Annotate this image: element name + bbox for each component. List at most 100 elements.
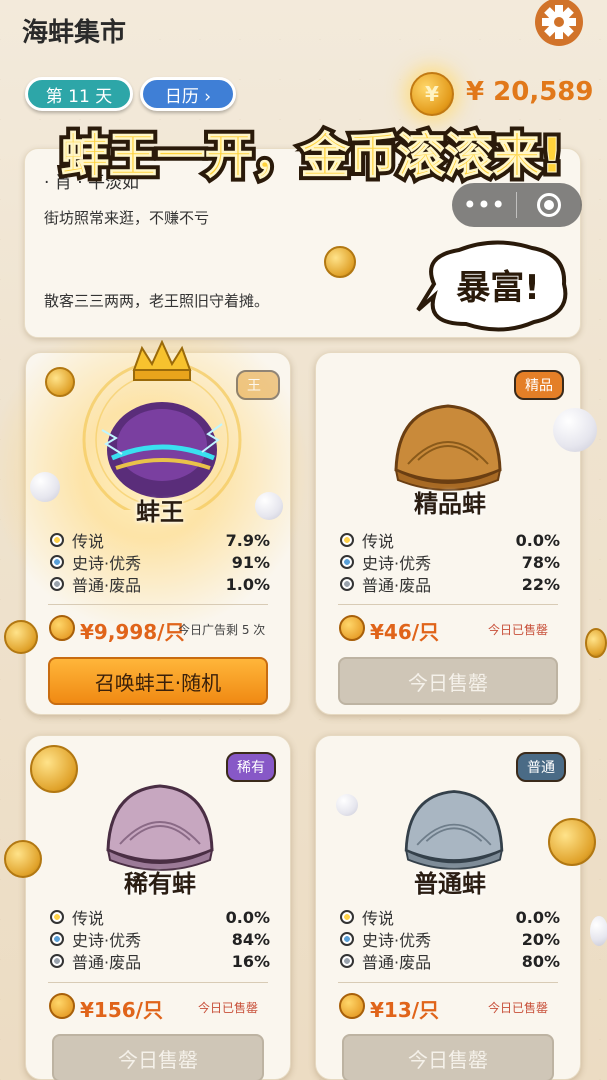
tier-tag-common: 普通 xyxy=(516,752,566,782)
odds-label: 史诗·优秀 xyxy=(362,554,432,573)
tier-tag-premium: 精品 xyxy=(514,370,564,400)
gold-coin-icon: ¥ xyxy=(410,72,454,116)
mini-program-capsule: ••• xyxy=(452,183,582,227)
event-detail: 散客三三两两，老王照旧守着摊。 xyxy=(44,292,270,310)
odds-label: 史诗·优秀 xyxy=(362,931,432,950)
odds-list: 传说 0.0% 史诗·优秀 84% 普通·废品 16% xyxy=(50,906,270,972)
floating-coin-icon xyxy=(4,620,38,654)
epic-dot-icon xyxy=(340,932,354,946)
event-description: 街坊照常来逛，不赚不亏 xyxy=(44,209,210,227)
card-divider xyxy=(338,604,558,605)
odds-row-epic: 史诗·优秀 91% xyxy=(50,551,270,573)
odds-label: 普通·废品 xyxy=(72,576,142,595)
floating-coin-icon xyxy=(585,628,607,658)
legendary-dot-icon xyxy=(50,533,64,547)
odds-label: 普通·废品 xyxy=(362,953,432,972)
common-dot-icon xyxy=(50,954,64,968)
floating-coin-icon xyxy=(4,840,42,878)
odds-row-common: 普通·废品 1.0% xyxy=(50,573,270,595)
common-dot-icon xyxy=(340,954,354,968)
legendary-dot-icon xyxy=(50,910,64,924)
floating-coin-icon xyxy=(30,745,78,793)
odds-label: 普通·废品 xyxy=(72,953,142,972)
pearl-icon xyxy=(590,916,607,946)
card-divider xyxy=(48,982,268,983)
odds-value: 0.0% xyxy=(515,530,560,550)
epic-dot-icon xyxy=(50,555,64,569)
clam-price: ¥13/只 xyxy=(370,998,440,1022)
odds-label: 传说 xyxy=(72,909,105,928)
sold-out-note: 今日已售罄 xyxy=(488,623,549,637)
odds-row-common: 普通·废品 22% xyxy=(340,573,560,595)
clam-name: 蚌王 xyxy=(136,498,184,526)
ad-remaining-note: 今日广告剩 5 次 xyxy=(178,623,266,637)
odds-row-legendary: 传说 0.0% xyxy=(50,906,270,928)
bubble-text: 暴富! xyxy=(456,268,540,308)
pearl-icon xyxy=(30,472,60,502)
odds-value: 16% xyxy=(231,951,270,971)
sold-out-note: 今日已售罄 xyxy=(198,1001,259,1015)
app-title: 海蚌集市 xyxy=(22,18,127,48)
odds-value: 20% xyxy=(521,929,560,949)
coin-icon xyxy=(339,993,365,1019)
odds-row-common: 普通·废品 80% xyxy=(340,950,560,972)
sold-out-note: 今日已售罄 xyxy=(488,1001,549,1015)
clam-price: ¥46/只 xyxy=(370,620,440,644)
odds-value: 78% xyxy=(521,552,560,572)
day-badge: 第 11 天 xyxy=(25,77,133,111)
epic-dot-icon xyxy=(340,555,354,569)
odds-value: 0.0% xyxy=(225,907,270,927)
odds-row-legendary: 传说 0.0% xyxy=(340,529,560,551)
sold-out-button[interactable]: 今日售罄 xyxy=(52,1034,264,1080)
summon-king-button[interactable]: 召唤蚌王·随机 xyxy=(48,657,268,705)
gear-icon[interactable] xyxy=(530,0,588,50)
pearl-icon xyxy=(336,794,358,816)
odds-list: 传说 0.0% 史诗·优秀 78% 普通·废品 22% xyxy=(340,529,560,595)
odds-value: 0.0% xyxy=(515,907,560,927)
odds-label: 传说 xyxy=(362,532,395,551)
common-dot-icon xyxy=(50,577,64,591)
sold-out-button[interactable]: 今日售罄 xyxy=(338,657,558,705)
clam-name: 精品蚌 xyxy=(414,490,486,518)
odds-label: 传说 xyxy=(362,909,395,928)
clam-price: ¥156/只 xyxy=(80,998,163,1022)
odds-list: 传说 7.9% 史诗·优秀 91% 普通·废品 1.0% xyxy=(50,529,270,595)
odds-value: 91% xyxy=(231,552,270,572)
coin-icon xyxy=(49,615,75,641)
odds-label: 传说 xyxy=(72,532,105,551)
card-divider xyxy=(48,604,268,605)
coin-icon xyxy=(49,993,75,1019)
money-balance: ¥ 20,589 xyxy=(466,77,594,107)
legendary-dot-icon xyxy=(340,910,354,924)
odds-row-common: 普通·废品 16% xyxy=(50,950,270,972)
odds-value: 80% xyxy=(521,951,560,971)
odds-row-epic: 史诗·优秀 84% xyxy=(50,928,270,950)
floating-coin-icon xyxy=(548,818,596,866)
odds-row-epic: 史诗·优秀 78% xyxy=(340,551,560,573)
card-divider xyxy=(338,982,558,983)
odds-value: 22% xyxy=(521,574,560,594)
epic-dot-icon xyxy=(50,932,64,946)
coin-icon xyxy=(339,615,365,641)
odds-value: 84% xyxy=(231,929,270,949)
odds-value: 7.9% xyxy=(225,530,270,550)
clam-name: 普通蚌 xyxy=(414,870,486,898)
floating-coin-icon xyxy=(324,246,356,278)
common-dot-icon xyxy=(340,577,354,591)
odds-row-legendary: 传说 0.0% xyxy=(340,906,560,928)
target-icon[interactable] xyxy=(517,193,581,217)
calendar-button[interactable]: 日历 › xyxy=(140,77,236,111)
clam-price: ¥9,998/只 xyxy=(80,620,185,644)
odds-label: 普通·废品 xyxy=(362,576,432,595)
tier-tag-rare: 稀有 xyxy=(226,752,276,782)
odds-list: 传说 0.0% 史诗·优秀 20% 普通·废品 80% xyxy=(340,906,560,972)
king-clam-icon xyxy=(72,339,252,520)
more-dots-icon[interactable]: ••• xyxy=(452,183,516,227)
headline-text: 蚌王一开，金币滚滚来! xyxy=(61,128,563,184)
clam-name: 稀有蚌 xyxy=(124,870,196,898)
legendary-dot-icon xyxy=(340,533,354,547)
odds-row-legendary: 传说 7.9% xyxy=(50,529,270,551)
sold-out-button[interactable]: 今日售罄 xyxy=(342,1034,554,1080)
speech-bubble: 暴富! xyxy=(414,236,574,336)
odds-label: 史诗·优秀 xyxy=(72,554,142,573)
